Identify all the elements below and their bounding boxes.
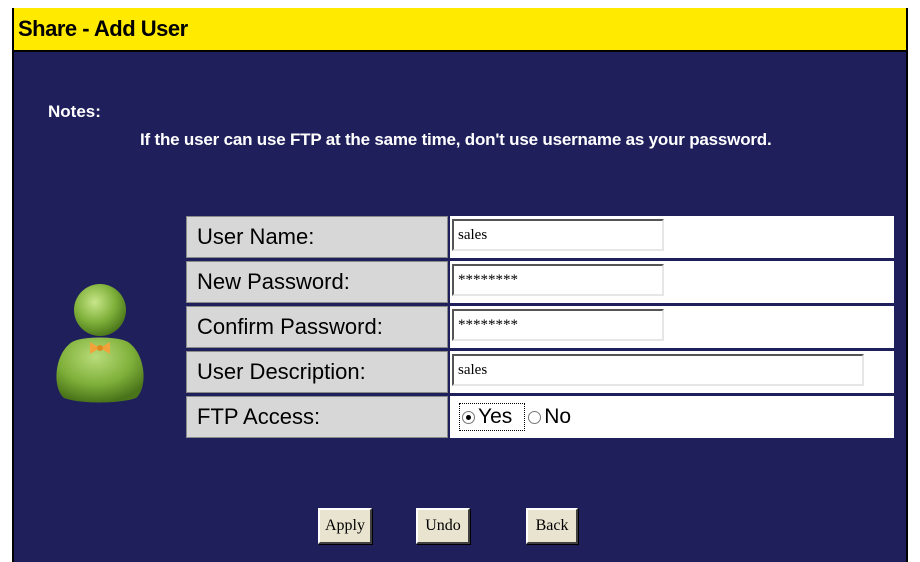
user-name-input[interactable] (452, 219, 664, 251)
notes-text: If the user can use FTP at the same time… (140, 130, 772, 149)
ftp-no-radio[interactable] (528, 410, 542, 424)
user-description-cell (450, 351, 894, 393)
notes-label: Notes: (48, 102, 101, 121)
apply-button[interactable]: Apply (318, 508, 372, 544)
user-form: User Name: New Password: Confirm Passwor… (186, 216, 894, 441)
user-avatar-icon (56, 284, 144, 403)
form-row-confirm-password: Confirm Password: (186, 306, 894, 348)
new-password-label: New Password: (186, 261, 448, 303)
user-description-input[interactable] (452, 354, 864, 386)
page-title: Share - Add User (18, 16, 188, 41)
ftp-no-label[interactable]: No (544, 405, 571, 429)
new-password-cell (450, 261, 894, 303)
title-bar: Share - Add User (14, 8, 906, 52)
undo-button[interactable]: Undo (416, 508, 470, 544)
form-row-user-description: User Description: (186, 351, 894, 393)
user-name-cell (450, 216, 894, 258)
ftp-yes-radio[interactable] (462, 410, 475, 424)
ftp-access-label: FTP Access: (186, 396, 448, 438)
new-password-input[interactable] (452, 264, 664, 296)
ftp-yes-label[interactable]: Yes (478, 405, 512, 429)
form-row-new-password: New Password: (186, 261, 894, 303)
form-row-ftp-access: FTP Access: Yes No (186, 396, 894, 438)
confirm-password-cell (450, 306, 894, 348)
add-user-panel: Share - Add User Notes: If the user can … (12, 8, 908, 562)
user-name-label: User Name: (186, 216, 448, 258)
ftp-yes-option[interactable]: Yes (458, 403, 526, 431)
ftp-no-option[interactable]: No (528, 405, 581, 429)
back-button[interactable]: Back (526, 508, 578, 544)
user-description-label: User Description: (186, 351, 448, 393)
confirm-password-input[interactable] (452, 309, 664, 341)
confirm-password-label: Confirm Password: (186, 306, 448, 348)
form-row-user-name: User Name: (186, 216, 894, 258)
ftp-access-radio-group: Yes No (458, 403, 581, 431)
ftp-access-cell: Yes No (450, 396, 894, 438)
